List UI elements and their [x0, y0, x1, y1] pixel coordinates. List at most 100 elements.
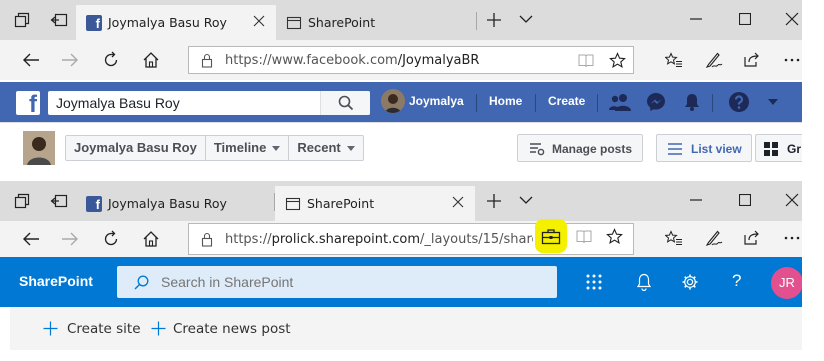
tab-facebook[interactable]: f Joymalya Basu Roy — [76, 5, 276, 40]
tab-facebook[interactable]: f Joymalya Basu Roy — [76, 186, 274, 221]
page-icon — [286, 15, 302, 31]
breadcrumb-recent[interactable]: Recent — [289, 136, 362, 160]
close-window-icon[interactable] — [785, 193, 799, 207]
more-options-icon[interactable] — [784, 236, 800, 240]
grid-view-button[interactable]: Gr — [755, 134, 802, 162]
favorites-hub-icon[interactable] — [665, 230, 683, 246]
refresh-icon[interactable] — [102, 230, 120, 248]
sharepoint-brand[interactable]: SharePoint — [19, 273, 93, 289]
home-link[interactable]: Home — [489, 94, 522, 108]
create-site-button[interactable]: Create site — [67, 321, 141, 337]
help-icon[interactable]: ? — [732, 271, 741, 291]
share-icon[interactable] — [743, 51, 761, 68]
manage-posts-icon — [529, 142, 545, 156]
tab-preview-chevron-icon[interactable] — [519, 195, 533, 205]
share-icon[interactable] — [743, 229, 761, 246]
breadcrumb-name[interactable]: Joymalya Basu Roy — [66, 136, 206, 160]
facebook-search-button[interactable] — [320, 91, 370, 115]
lock-icon[interactable] — [201, 232, 213, 247]
breadcrumb-timeline[interactable]: Timeline — [206, 136, 290, 160]
tab-actions-icon[interactable] — [14, 12, 30, 28]
facebook-search-input[interactable] — [56, 93, 316, 113]
new-tab-icon[interactable] — [486, 193, 502, 209]
favorites-hub-icon[interactable] — [665, 52, 683, 68]
back-icon[interactable] — [22, 231, 40, 247]
nav-divider — [712, 94, 713, 112]
url-domain: prolick.sharepoint.com — [271, 232, 420, 247]
url-path: /JoymalyaBR — [397, 53, 480, 68]
dropdown-caret-icon — [346, 145, 355, 151]
tab-bar: f Joymalya Basu Roy SharePoint — [0, 181, 802, 221]
create-news-post-button[interactable]: Create news post — [173, 321, 291, 337]
url-text: https://www.facebook.com/JoymalyaBR — [225, 53, 479, 68]
new-tab-icon[interactable] — [486, 12, 502, 28]
nav-divider — [597, 94, 598, 112]
dropdown-caret-icon — [272, 145, 281, 151]
briefcase-icon[interactable] — [541, 228, 561, 245]
address-bar[interactable]: https://www.facebook.com/JoymalyaBR — [188, 46, 634, 74]
maximize-icon[interactable] — [739, 13, 751, 25]
favorite-star-icon[interactable] — [609, 52, 626, 69]
minimize-icon[interactable] — [689, 193, 703, 207]
pen-notes-icon[interactable] — [705, 51, 723, 69]
manage-posts-button[interactable]: Manage posts — [517, 134, 643, 162]
sharepoint-search[interactable] — [117, 266, 557, 298]
user-avatar[interactable]: JR — [771, 267, 802, 299]
create-link[interactable]: Create — [548, 94, 585, 108]
lock-icon[interactable] — [201, 53, 213, 68]
account-menu-caret-icon[interactable] — [767, 98, 779, 106]
settings-gear-icon[interactable] — [681, 273, 699, 291]
forward-icon[interactable] — [61, 231, 79, 247]
tab-label: Joymalya Basu Roy — [108, 15, 227, 30]
tab-label: Joymalya Basu Roy — [108, 196, 227, 211]
sharepoint-search-input[interactable] — [161, 272, 541, 292]
messenger-icon[interactable] — [646, 92, 666, 112]
profile-avatar[interactable] — [381, 89, 405, 113]
tab-sharepoint[interactable]: SharePoint — [275, 186, 475, 221]
friend-requests-icon[interactable] — [609, 93, 631, 111]
url-host: https://www.facebook.com — [225, 53, 398, 68]
search-icon — [338, 95, 354, 111]
facebook-top-bar: f Joymalya Home Create — [0, 82, 802, 122]
breadcrumb-label: Joymalya Basu Roy — [74, 140, 197, 155]
notifications-bell-icon[interactable] — [636, 273, 652, 291]
set-tabs-aside-icon[interactable] — [50, 12, 68, 28]
plus-icon — [151, 321, 166, 336]
maximize-icon[interactable] — [739, 194, 751, 206]
reading-view-icon[interactable] — [576, 229, 592, 244]
close-window-icon[interactable] — [785, 12, 799, 26]
tab-actions-icon[interactable] — [14, 193, 30, 209]
reading-view-icon[interactable] — [578, 53, 594, 68]
sharepoint-suite-bar: SharePoint ? JR — [0, 257, 802, 307]
profile-name-link[interactable]: Joymalya — [409, 94, 464, 108]
facebook-logo[interactable]: f — [16, 91, 40, 115]
notifications-bell-icon[interactable] — [682, 92, 702, 112]
list-view-button[interactable]: List view — [656, 134, 752, 162]
home-icon[interactable] — [142, 230, 160, 248]
facebook-search — [48, 91, 370, 115]
help-icon[interactable] — [728, 91, 750, 113]
tab-sharepoint[interactable]: SharePoint — [276, 5, 476, 40]
refresh-icon[interactable] — [102, 51, 120, 69]
url-text: https://prolick.sharepoint.com/_layouts/… — [225, 232, 533, 247]
facebook-favicon-icon: f — [86, 15, 102, 31]
address-bar[interactable]: https://prolick.sharepoint.com/_layouts/… — [188, 223, 634, 255]
profile-thumbnail[interactable] — [23, 131, 55, 165]
close-tab-icon[interactable] — [451, 195, 465, 209]
breadcrumb-label: Timeline — [213, 140, 267, 155]
close-tab-icon[interactable] — [252, 14, 266, 28]
tab-preview-chevron-icon[interactable] — [519, 14, 533, 24]
more-options-icon[interactable] — [784, 58, 800, 62]
url-host: https:// — [225, 232, 272, 247]
favorite-star-icon[interactable] — [606, 228, 623, 245]
forward-icon[interactable] — [61, 52, 79, 68]
tab-label: SharePoint — [307, 196, 375, 211]
breadcrumb: Joymalya Basu Roy Timeline Recent — [65, 135, 364, 161]
minimize-icon[interactable] — [689, 12, 703, 26]
back-icon[interactable] — [22, 52, 40, 68]
set-tabs-aside-icon[interactable] — [50, 193, 68, 209]
home-icon[interactable] — [142, 51, 160, 69]
pen-notes-icon[interactable] — [705, 229, 723, 247]
app-launcher-icon[interactable] — [586, 274, 602, 290]
list-view-icon — [667, 142, 683, 156]
